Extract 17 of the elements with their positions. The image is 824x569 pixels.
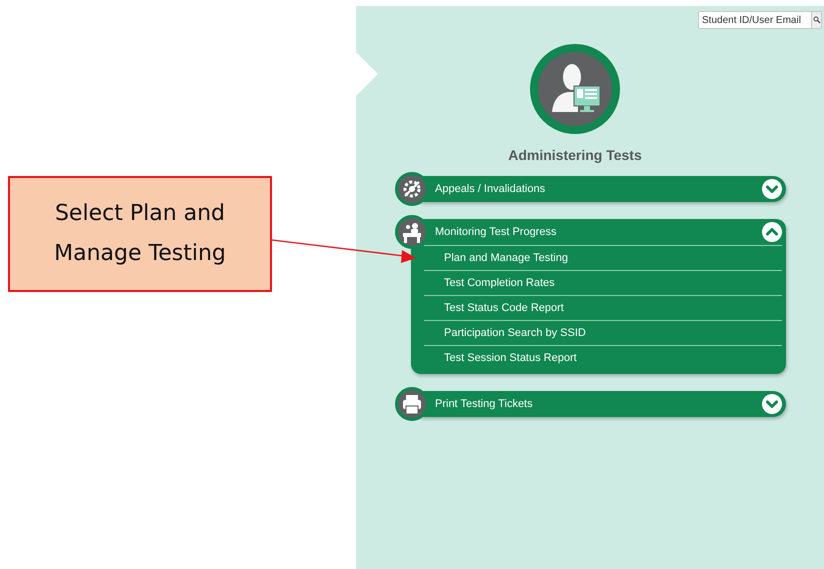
menu-link[interactable]: Plan and Manage Testing <box>424 245 782 270</box>
menu-link[interactable]: Participation Search by SSID <box>424 320 782 345</box>
menu-link[interactable]: Test Status Code Report <box>424 295 782 320</box>
chevron-down-icon[interactable] <box>762 394 782 414</box>
callout-text: Select Plan and Manage Testing <box>53 200 227 268</box>
section-heading: Administering Tests <box>508 147 642 163</box>
panel-notch <box>356 52 378 96</box>
accordion-title[interactable]: Appeals / Invalidations <box>435 183 762 195</box>
search-button[interactable] <box>811 12 821 28</box>
accordion-title[interactable]: Print Testing Tickets <box>435 398 762 410</box>
chevron-up-icon[interactable] <box>762 222 782 242</box>
menu-link[interactable]: Test Completion Rates <box>424 270 782 295</box>
accordion-title[interactable]: Monitoring Test Progress <box>435 226 762 238</box>
chevron-down-icon[interactable] <box>762 179 782 199</box>
menu-link[interactable]: Test Session Status Report <box>424 345 782 370</box>
search-field[interactable]: Student ID/User Email <box>698 11 822 29</box>
person-computer-icon <box>530 44 620 134</box>
